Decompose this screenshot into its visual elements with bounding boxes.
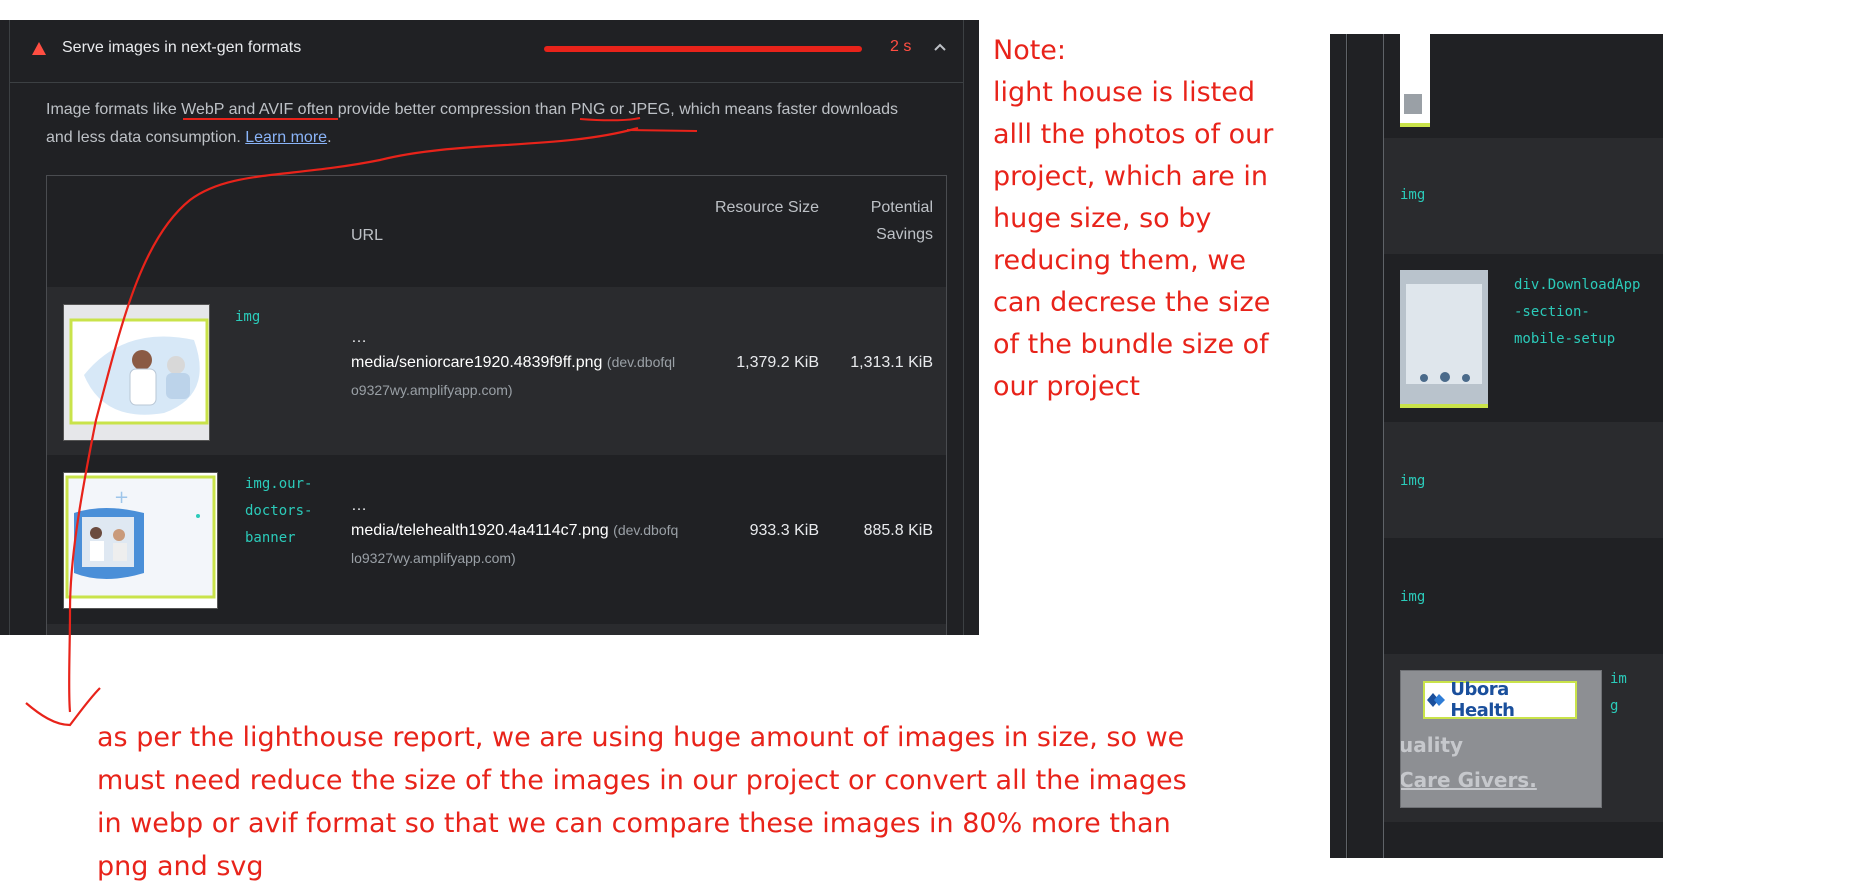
bottom-note: as per the lighthouse report, we are usi… <box>97 722 1187 882</box>
table-row[interactable]: img <box>1384 138 1663 254</box>
url-path: media/seniorcare1920.4839f9ff.png <box>351 354 603 371</box>
resource-size: 1,379.2 KiB <box>736 354 819 371</box>
description-text: Image formats like WebP and AVIF often p… <box>46 101 898 146</box>
table-row[interactable]: Ubora Health uality Care Givers. im g <box>1384 654 1663 822</box>
image-thumbnail <box>1400 34 1430 127</box>
image-thumbnail: + <box>63 472 218 609</box>
savings-bar <box>544 46 862 52</box>
node-label[interactable]: div.DownloadApp -section- mobile-setup <box>1514 272 1640 353</box>
logo-text: Ubora Health <box>1450 679 1515 721</box>
details-table: URL Resource Size Potential Savings img … <box>46 175 947 635</box>
table-row[interactable]: img <box>1384 538 1663 654</box>
audit-description: Image formats like WebP and AVIF often p… <box>46 96 926 152</box>
url-host: (dev.dbofq <box>613 522 679 538</box>
node-label[interactable]: img <box>1400 182 1425 209</box>
table-row[interactable]: img <box>1384 422 1663 538</box>
url-cell[interactable]: media/seniorcare1920.4839f9ff.png (dev.d… <box>351 354 675 372</box>
savings-time: 2 s <box>890 38 912 55</box>
potential-savings: 1,313.1 KiB <box>850 354 933 371</box>
url-path: media/telehealth1920.4a4114c7.png <box>351 522 609 539</box>
header-potential-savings: Potential Savings <box>870 199 933 243</box>
image-thumbnail <box>1400 270 1488 408</box>
header-url: URL <box>351 227 384 244</box>
thumbnail-dot <box>1440 372 1450 382</box>
partial-text: Care Givers. <box>1400 768 1537 792</box>
header-resource-size: Resource Size <box>714 199 819 216</box>
table-row[interactable]: div.DownloadApp -section- mobile-setup <box>1384 254 1663 422</box>
thumbnail-dot <box>1420 374 1428 382</box>
table-row[interactable]: + img.our- doctors- banner … media/teleh… <box>47 455 946 624</box>
url-host-continued: o9327wy.amplifyapp.com) <box>351 382 513 398</box>
table-row[interactable]: img … media/seniorcare1920.4839f9ff.png … <box>47 287 946 455</box>
thumbnail-content <box>1406 284 1482 384</box>
thumbnail-figure <box>1404 94 1422 114</box>
audit-title: Serve images in next-gen formats <box>62 39 302 56</box>
side-note: Note: light house is listed alll the pho… <box>993 35 1274 402</box>
chevron-up-icon[interactable] <box>933 40 947 54</box>
node-label[interactable]: img <box>1400 584 1425 611</box>
thumbnail-dot <box>1462 374 1470 382</box>
resource-size: 933.3 KiB <box>749 522 819 539</box>
node-label[interactable]: img <box>235 304 260 331</box>
image-thumbnail <box>63 304 210 441</box>
partial-text: uality <box>1400 733 1464 757</box>
ubora-logo-icon <box>1427 693 1445 707</box>
url-ellipsis: … <box>351 329 367 346</box>
lighthouse-panel: Serve images in next-gen formats 2 s Ima… <box>0 20 979 635</box>
url-ellipsis: … <box>351 497 367 514</box>
seniorcare-thumbnail-graphic <box>64 305 209 440</box>
panel-divider <box>1346 34 1347 858</box>
warning-triangle-icon <box>32 42 46 55</box>
table-row <box>47 624 946 635</box>
image-thumbnail: Ubora Health uality Care Givers. <box>1400 670 1602 808</box>
panel-right-border <box>963 20 964 635</box>
svg-text:+: + <box>114 487 129 508</box>
node-label[interactable]: img <box>1400 468 1425 495</box>
table-row[interactable] <box>1384 34 1663 138</box>
brand-logo: Ubora Health <box>1423 679 1577 721</box>
description-end: . <box>327 129 332 146</box>
potential-savings: 885.8 KiB <box>863 522 933 539</box>
side-audit-panel: img div.DownloadApp -section- mobile-set… <box>1330 34 1663 858</box>
node-label[interactable]: im g <box>1610 666 1627 720</box>
url-host-continued: lo9327wy.amplifyapp.com) <box>351 550 516 566</box>
learn-more-link[interactable]: Learn more <box>245 129 327 146</box>
audit-header[interactable]: Serve images in next-gen formats 2 s <box>10 20 963 83</box>
arrow-head-icon <box>25 687 101 727</box>
url-host: (dev.dbofql <box>606 354 676 370</box>
url-cell[interactable]: media/telehealth1920.4a4114c7.png (dev.d… <box>351 522 678 540</box>
node-label[interactable]: img.our- doctors- banner <box>245 471 312 552</box>
panel-left-border <box>9 20 10 635</box>
telehealth-thumbnail-graphic: + <box>64 473 217 608</box>
